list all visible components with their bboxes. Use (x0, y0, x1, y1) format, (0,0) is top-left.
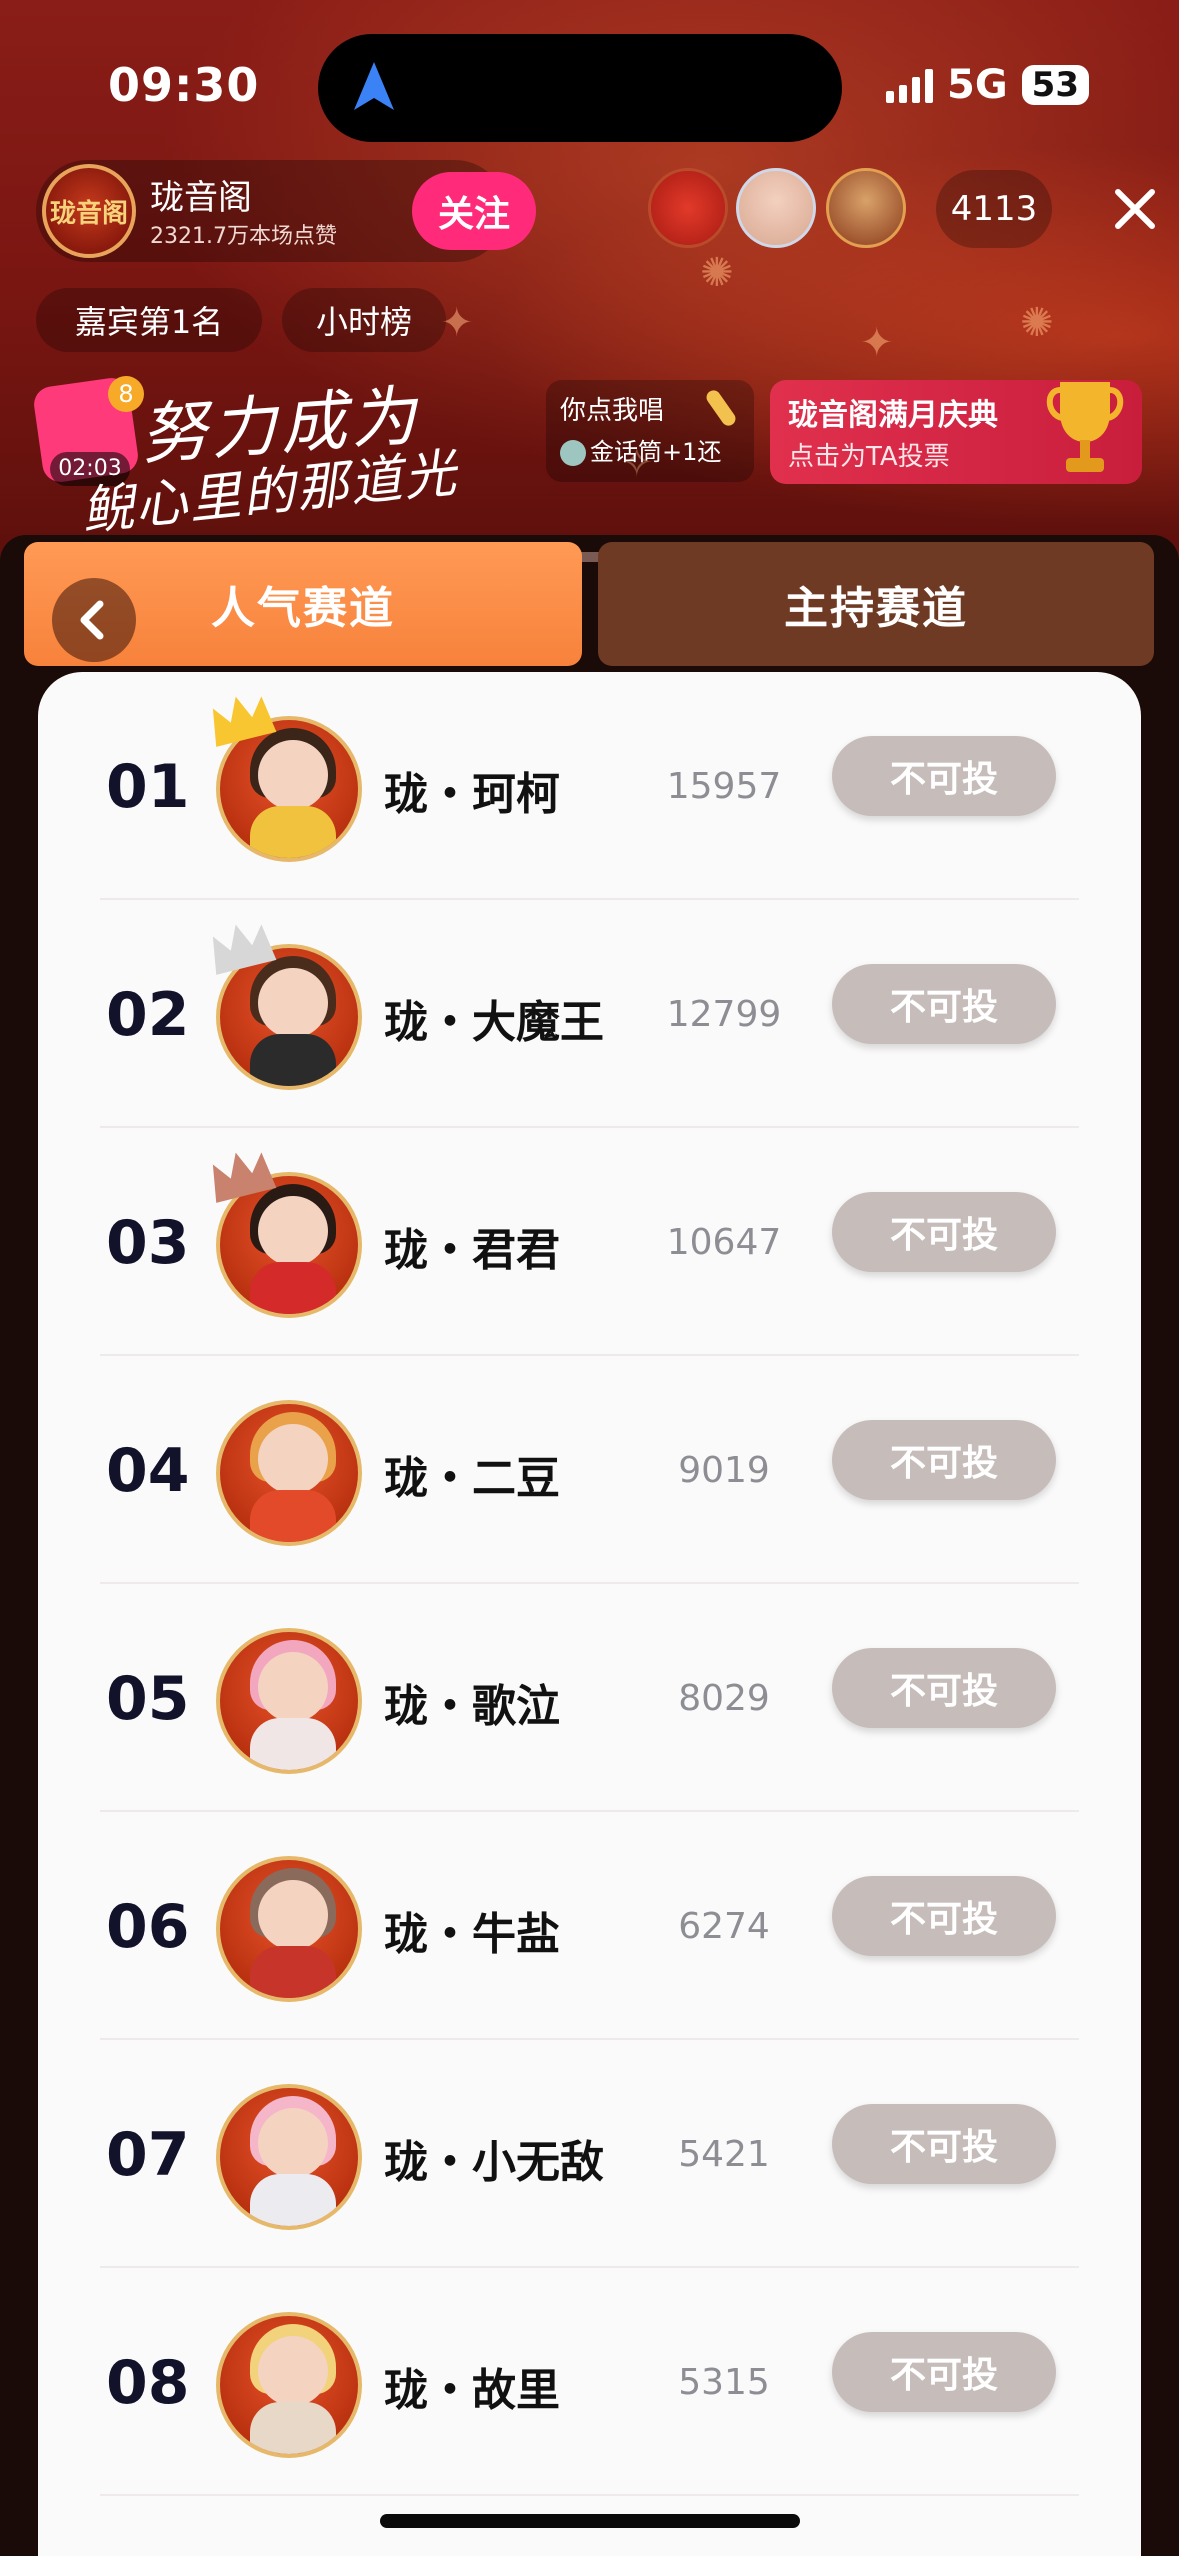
vote-button[interactable]: 不可投 (832, 736, 1056, 816)
trophy-icon (1046, 382, 1124, 472)
avatar-face (258, 1196, 328, 1266)
avatar-face (258, 968, 328, 1038)
rank-number: 04 (106, 1436, 190, 1506)
contestant-name: 珑・大魔王 (384, 997, 604, 1048)
vote-button[interactable]: 不可投 (832, 964, 1056, 1044)
avatar-face (258, 740, 328, 810)
avatar[interactable] (216, 2312, 362, 2458)
table-row[interactable]: 08 珑・故里 5315 不可投 (38, 2268, 1141, 2496)
network-type: 5G (947, 62, 1008, 108)
vote-score: 5315 (678, 2362, 770, 2403)
avatar[interactable] (216, 1628, 362, 1774)
vote-button[interactable]: 不可投 (832, 1192, 1056, 1272)
song-request-card[interactable]: 你点我唱 金话筒+1还 (546, 380, 754, 482)
contestant-name: 珑・牛盐 (384, 1909, 560, 1960)
avatar-body (250, 1034, 336, 1086)
avatar-body (250, 1718, 336, 1770)
table-row[interactable]: 07 珑・小无敌 5421 不可投 (38, 2040, 1141, 2268)
song-request-subtitle: 金话筒+1还 (590, 438, 722, 466)
banner-subtitle: 点击为TA投票 (788, 442, 950, 472)
table-row[interactable]: 04 珑・二豆 9019 不可投 (38, 1356, 1141, 1584)
vote-button[interactable]: 不可投 (832, 2104, 1056, 2184)
rank-number: 01 (106, 752, 190, 822)
tab-host[interactable]: 主持赛道 (598, 542, 1154, 666)
close-icon[interactable] (1104, 178, 1166, 240)
rank-number: 08 (106, 2348, 190, 2418)
home-indicator (380, 2514, 800, 2528)
hourly-rank-chip[interactable]: 小时榜 (282, 288, 446, 352)
vote-button[interactable]: 不可投 (832, 1876, 1056, 1956)
row-divider (100, 2494, 1079, 2496)
table-row[interactable]: 06 珑・牛盐 6274 不可投 (38, 1812, 1141, 2040)
avatar-body (250, 806, 336, 858)
avatar-body (250, 1262, 336, 1314)
host-avatar[interactable]: 珑音阁 (42, 164, 136, 258)
follow-button[interactable]: 关注 (412, 172, 536, 250)
avatar[interactable] (216, 2084, 362, 2230)
vote-score: 8029 (678, 1678, 770, 1719)
viewer-avatar[interactable] (736, 168, 816, 248)
microphone-icon (703, 387, 739, 429)
vote-button[interactable]: 不可投 (832, 1420, 1056, 1500)
viewer-avatar[interactable] (648, 168, 728, 248)
table-row[interactable]: 05 珑・歌泣 8029 不可投 (38, 1584, 1141, 1812)
contestant-name: 珑・小无敌 (384, 2137, 604, 2188)
table-row[interactable]: 03 珑・君君 10647 不可投 (38, 1128, 1141, 1356)
rank-number: 06 (106, 1892, 190, 1962)
rank-number: 02 (106, 980, 190, 1050)
rank-number: 07 (106, 2120, 190, 2190)
contestant-name: 珑・君君 (384, 1225, 560, 1276)
contestant-name: 珑・歌泣 (384, 1681, 560, 1732)
host-info[interactable]: 珑音阁 珑音阁 2321.7万本场点赞 关注 (36, 160, 536, 262)
rank-number: 03 (106, 1208, 190, 1278)
vote-score: 15957 (666, 766, 782, 807)
vote-score: 10647 (666, 1222, 782, 1263)
vote-button[interactable]: 不可投 (832, 2332, 1056, 2412)
battery-icon: 53 (1021, 65, 1089, 105)
avatar-face (258, 2108, 328, 2178)
status-indicators: 5G 53 (886, 62, 1089, 108)
vote-score: 5421 (678, 2134, 770, 2175)
vote-score: 12799 (666, 994, 782, 1035)
song-request-title: 你点我唱 (560, 396, 665, 426)
viewer-count[interactable]: 4113 (936, 170, 1052, 248)
dynamic-island (318, 34, 842, 142)
viewer-avatar[interactable] (826, 168, 906, 248)
avatar[interactable] (216, 1400, 362, 1546)
avatar[interactable] (216, 1856, 362, 2002)
rank-number: 05 (106, 1664, 190, 1734)
guest-rank-chip[interactable]: 嘉宾第1名 (36, 288, 262, 352)
avatar-face (258, 1652, 328, 1722)
signal-icon (886, 67, 933, 103)
host-name: 珑音阁 (150, 178, 252, 218)
host-likes: 2321.7万本场点赞 (150, 224, 337, 249)
song-request-subtitle-row: 金话筒+1还 (560, 432, 721, 467)
location-arrow-icon (354, 62, 394, 110)
vote-button[interactable]: 不可投 (832, 1648, 1056, 1728)
coin-icon (560, 440, 586, 466)
avatar-body (250, 1490, 336, 1542)
avatar-face (258, 2336, 328, 2406)
chevron-left-icon (80, 600, 104, 640)
vote-score: 9019 (678, 1450, 770, 1491)
vote-score: 6274 (678, 1906, 770, 1947)
avatar-body (250, 2402, 336, 2454)
back-button[interactable] (52, 578, 136, 662)
table-row[interactable]: 02 珑・大魔王 12799 不可投 (38, 900, 1141, 1128)
banner-title: 珑音阁满月庆典 (788, 398, 998, 433)
avatar-face (258, 1880, 328, 1950)
contestant-name: 珑・二豆 (384, 1453, 560, 1504)
table-row[interactable]: 01 珑・珂柯 15957 不可投 (38, 672, 1141, 900)
status-time: 09:30 (108, 58, 260, 112)
contestant-name: 珑・珂柯 (384, 769, 560, 820)
avatar-body (250, 2174, 336, 2226)
avatar-body (250, 1946, 336, 1998)
avatar-face (258, 1424, 328, 1494)
ranking-list: 01 珑・珂柯 15957 不可投 02 珑・大魔王 12799 不可投 03 … (38, 672, 1141, 2556)
contestant-name: 珑・故里 (384, 2365, 560, 2416)
